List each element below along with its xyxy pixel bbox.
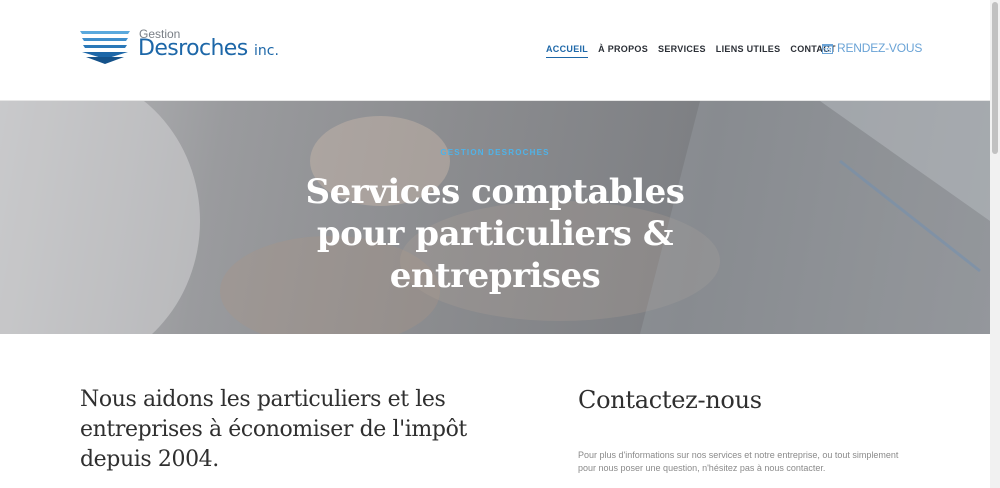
intro-line: Nous aidons les particuliers et les — [80, 387, 446, 412]
site-header: Gestion Desroches inc. ACCUEIL À PROPOS … — [0, 0, 990, 101]
hero-banner: GESTION DESROCHES Services comptables po… — [0, 101, 990, 334]
rendez-vous-button[interactable]: RENDEZ-VOUS — [822, 41, 922, 55]
rendez-vous-label: RENDEZ-VOUS — [837, 41, 923, 55]
nav-item-services[interactable]: SERVICES — [658, 44, 706, 58]
intro-heading: Nous aidons les particuliers et les entr… — [80, 385, 500, 475]
logo[interactable]: Gestion Desroches inc. — [80, 26, 280, 70]
nav-item-a-propos[interactable]: À PROPOS — [598, 44, 648, 58]
intro-line: depuis 2004. — [80, 447, 219, 472]
intro-line: entreprises à économiser de l'impôt — [80, 417, 467, 442]
hero-title-line: Services comptables — [305, 172, 685, 212]
logo-name: Desroches — [138, 36, 248, 61]
main-nav: ACCUEIL À PROPOS SERVICES LIENS UTILES C… — [546, 44, 836, 58]
nav-item-accueil[interactable]: ACCUEIL — [546, 44, 589, 58]
scrollbar-thumb[interactable] — [992, 2, 998, 154]
hero-title-line: entreprises — [389, 256, 601, 296]
logo-mark-icon — [80, 31, 130, 64]
contact-title: Contactez-nous — [578, 386, 762, 414]
hero-kicker: GESTION DESROCHES — [440, 148, 550, 157]
nav-item-liens-utiles[interactable]: LIENS UTILES — [716, 44, 781, 58]
hero-title-line: pour particuliers & — [316, 214, 674, 254]
contact-text: Pour plus d'informations sur nos service… — [578, 450, 899, 473]
logo-suffix: inc. — [254, 43, 279, 59]
hero-title: Services comptables pour particuliers & … — [0, 171, 990, 297]
logo-wordmark: Desroches inc. — [138, 36, 279, 61]
calendar-icon — [822, 43, 833, 54]
page-scrollbar[interactable] — [990, 0, 1000, 488]
